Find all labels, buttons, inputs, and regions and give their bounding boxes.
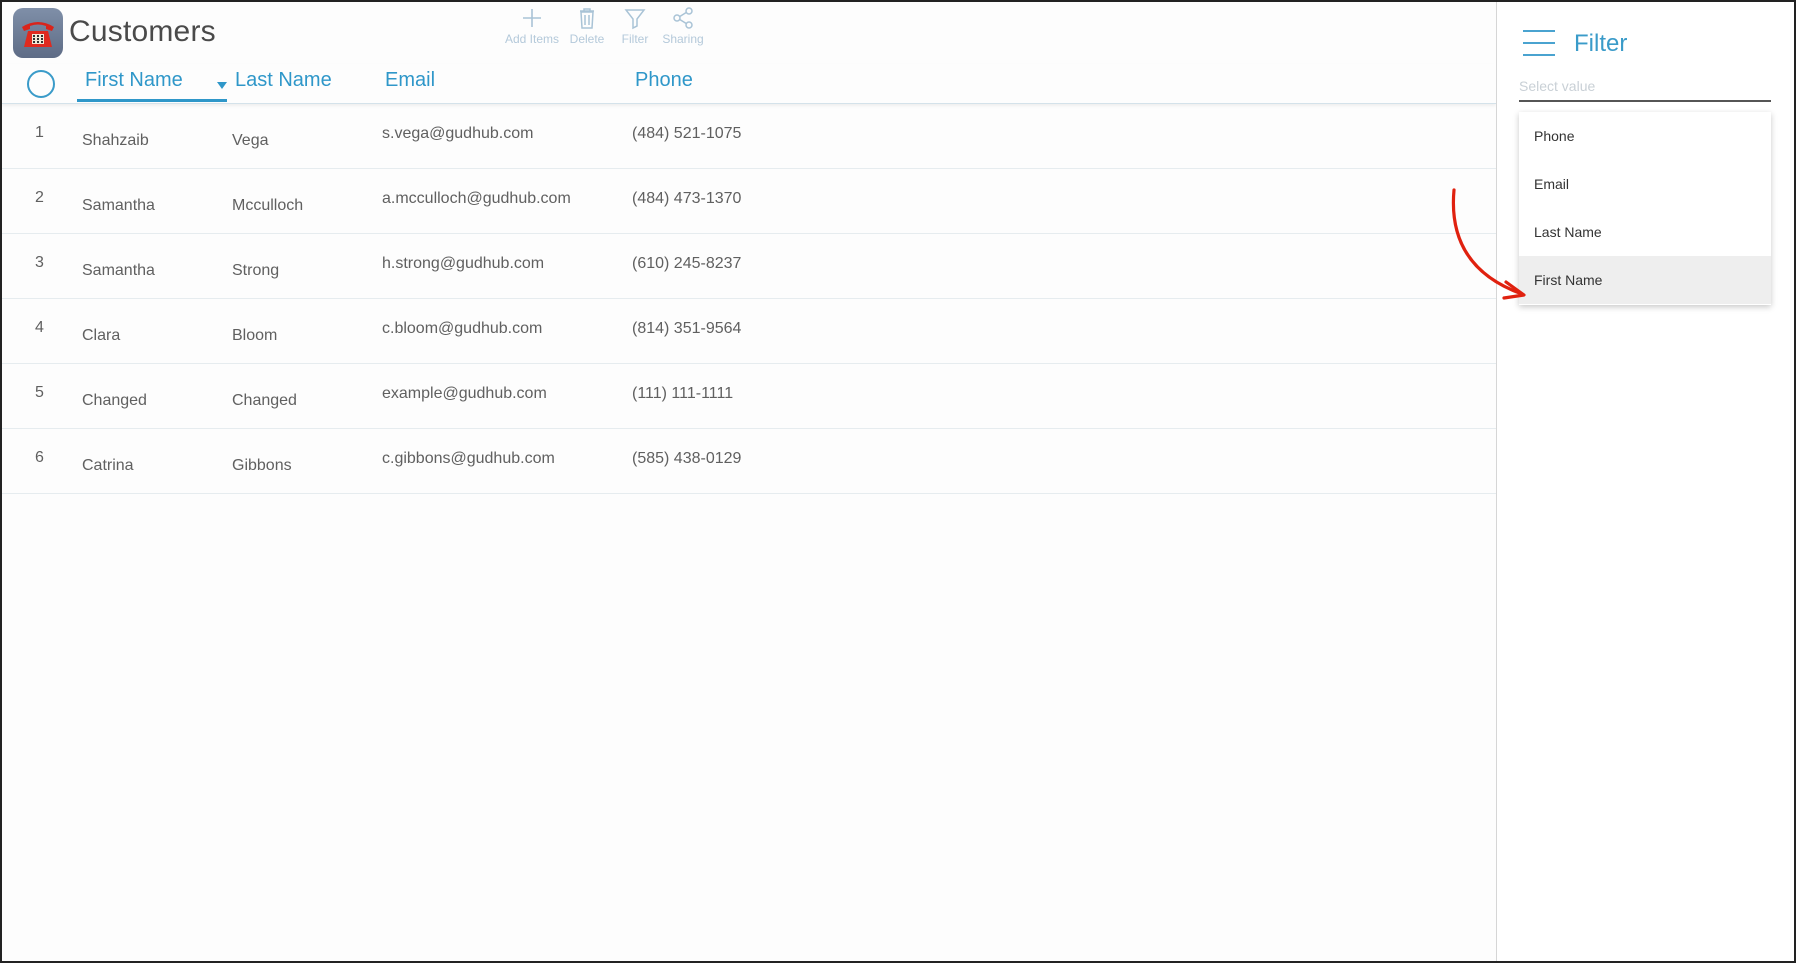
sharing-label: Sharing — [662, 32, 704, 46]
cell-last-name: Mcculloch — [232, 197, 304, 214]
column-header-first-name[interactable]: First Name — [77, 69, 227, 102]
table-row[interactable]: 3 Samantha Strong h.strong@gudhub.com (6… — [2, 234, 1496, 299]
sort-arrow-icon[interactable] — [217, 82, 227, 89]
filter-icon — [624, 9, 646, 30]
filter-label: Filter — [621, 32, 649, 46]
table-body: 1 Shahzaib Vega s.vega@gudhub.com (484) … — [2, 104, 1496, 494]
dropdown-option-last-name[interactable]: Last Name — [1519, 208, 1771, 256]
cell-email: c.bloom@gudhub.com — [382, 320, 543, 337]
trash-icon — [580, 8, 594, 29]
cell-phone: (610) 245-8237 — [632, 255, 742, 272]
column-header-label: Phone — [635, 69, 693, 91]
column-header-label: First Name — [85, 69, 183, 91]
cell-first-name: Changed — [82, 392, 147, 409]
table-row[interactable]: 2 Samantha Mcculloch a.mcculloch@gudhub.… — [2, 169, 1496, 234]
share-icon — [673, 7, 693, 29]
row-number: 6 — [35, 449, 44, 466]
cell-phone: (814) 351-9564 — [632, 320, 742, 337]
select-all-checkbox[interactable] — [27, 70, 55, 98]
column-header-phone[interactable]: Phone — [635, 69, 693, 92]
field-dropdown: Phone Email Last Name First Name — [1519, 112, 1771, 305]
cell-phone: (484) 473-1370 — [632, 190, 742, 207]
delete-button[interactable]: Delete — [566, 6, 608, 54]
row-number: 5 — [35, 384, 44, 401]
table-row[interactable]: 5 Changed Changed example@gudhub.com (11… — [2, 364, 1496, 429]
plus-icon — [523, 9, 541, 27]
column-header-email[interactable]: Email — [385, 69, 435, 92]
app-window: Customers Add Items Delete Filter Sharin… — [0, 0, 1796, 963]
filter-panel: Filter Phone Email Last Name First Name — [1496, 2, 1794, 961]
dropdown-option-email[interactable]: Email — [1519, 160, 1771, 208]
header: Customers Add Items Delete Filter Sharin… — [2, 2, 1496, 62]
toolbar: Add Items Delete Filter Sharing — [504, 6, 704, 54]
row-number: 3 — [35, 254, 44, 271]
cell-first-name: Clara — [82, 327, 121, 344]
delete-label: Delete — [569, 32, 605, 46]
cell-phone: (484) 521-1075 — [632, 125, 742, 142]
cell-first-name: Shahzaib — [82, 132, 149, 149]
sharing-button[interactable]: Sharing — [662, 6, 704, 54]
hamburger-menu-icon[interactable] — [1523, 30, 1555, 58]
cell-last-name: Bloom — [232, 327, 278, 344]
cell-last-name: Strong — [232, 262, 280, 279]
table-header: First Name Last Name Email Phone — [2, 64, 1496, 104]
row-number: 1 — [35, 124, 44, 141]
add-items-label: Add Items — [504, 32, 560, 46]
row-number: 2 — [35, 189, 44, 206]
cell-email: s.vega@gudhub.com — [382, 125, 534, 142]
column-header-label: Last Name — [235, 69, 332, 91]
cell-first-name: Samantha — [82, 197, 155, 214]
dropdown-option-phone[interactable]: Phone — [1519, 112, 1771, 160]
cell-last-name: Vega — [232, 132, 269, 149]
filter-button[interactable]: Filter — [614, 6, 656, 54]
row-number: 4 — [35, 319, 44, 336]
column-header-label: Email — [385, 69, 436, 91]
cell-email: example@gudhub.com — [382, 385, 547, 402]
add-items-button[interactable]: Add Items — [504, 6, 560, 54]
cell-email: h.strong@gudhub.com — [382, 255, 545, 272]
cell-first-name: Catrina — [82, 457, 134, 474]
select-value-input[interactable] — [1519, 72, 1771, 102]
dropdown-option-first-name[interactable]: First Name — [1519, 256, 1771, 304]
cell-email: a.mcculloch@gudhub.com — [382, 190, 571, 207]
telephone-icon — [22, 22, 54, 47]
cell-email: c.gibbons@gudhub.com — [382, 450, 555, 467]
cell-last-name: Gibbons — [232, 457, 292, 474]
cell-first-name: Samantha — [82, 262, 155, 279]
cell-phone: (111) 111-1111 — [632, 385, 734, 402]
cell-last-name: Changed — [232, 392, 297, 409]
phone-app-icon[interactable] — [13, 8, 63, 58]
page-title: Customers — [69, 15, 216, 48]
filter-panel-title: Filter — [1574, 30, 1628, 57]
table-row[interactable]: 4 Clara Bloom c.bloom@gudhub.com (814) 3… — [2, 299, 1496, 364]
table-row[interactable]: 1 Shahzaib Vega s.vega@gudhub.com (484) … — [2, 104, 1496, 169]
table-row[interactable]: 6 Catrina Gibbons c.gibbons@gudhub.com (… — [2, 429, 1496, 494]
cell-phone: (585) 438-0129 — [632, 450, 742, 467]
column-header-last-name[interactable]: Last Name — [217, 69, 332, 92]
